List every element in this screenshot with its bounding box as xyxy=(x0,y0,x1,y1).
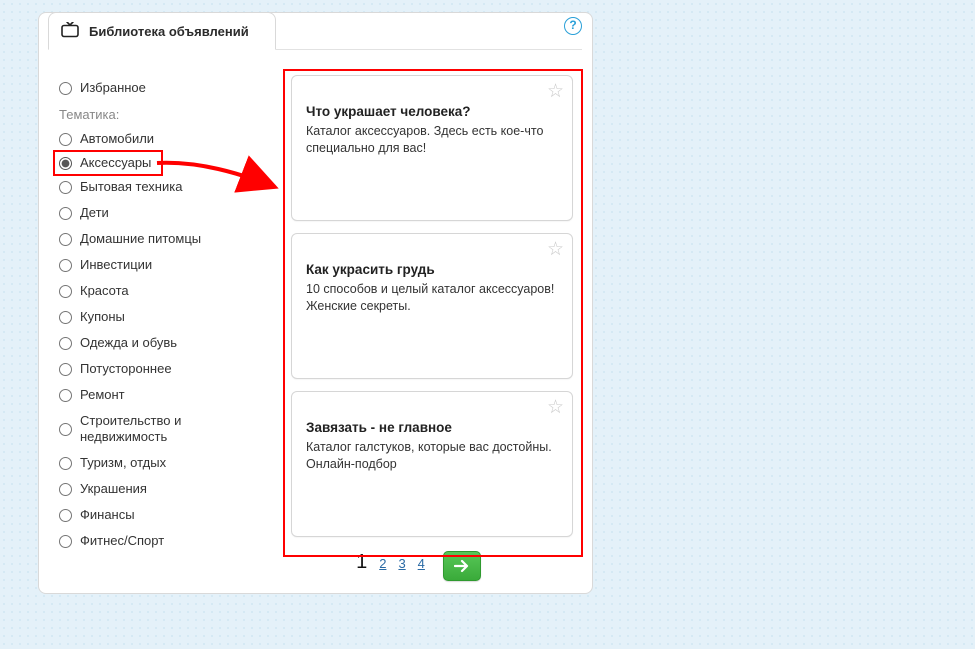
sidebar-item[interactable]: Одежда и обувь xyxy=(57,330,237,356)
star-icon[interactable]: ☆ xyxy=(547,398,564,417)
radio-category[interactable] xyxy=(59,207,72,220)
sidebar-item[interactable]: Фитнес/Спорт xyxy=(57,528,237,554)
radio-category[interactable] xyxy=(59,535,72,548)
sidebar-item[interactable]: Инвестиции xyxy=(57,252,237,278)
star-icon[interactable]: ☆ xyxy=(547,82,564,101)
radio-category[interactable] xyxy=(59,483,72,496)
sidebar-item-label: Потустороннее xyxy=(80,361,172,377)
page-link[interactable]: 2 xyxy=(379,556,386,571)
sidebar-item[interactable]: Красота xyxy=(57,278,237,304)
radio-category[interactable] xyxy=(59,133,72,146)
radio-category[interactable] xyxy=(59,423,72,436)
sidebar-item-label: Ремонт xyxy=(80,387,125,403)
radio-category[interactable] xyxy=(59,457,72,470)
sidebar-item[interactable]: Строительство и недвижимость xyxy=(57,408,237,450)
radio-category[interactable] xyxy=(59,285,72,298)
page-link[interactable]: 3 xyxy=(398,556,405,571)
sidebar-item[interactable]: Автомобили xyxy=(57,126,237,152)
radio-category[interactable] xyxy=(59,259,72,272)
ad-card-title: Что украшает человека? xyxy=(306,104,558,119)
sidebar-item-label: Купоны xyxy=(80,309,125,325)
radio-category[interactable] xyxy=(59,311,72,324)
ad-card[interactable]: ☆ Завязать - не главное Каталог галстуков,… xyxy=(291,391,573,537)
sidebar-item-label: Бытовая техника xyxy=(80,179,182,195)
sidebar-item-favorite[interactable]: Избранное xyxy=(57,75,237,101)
sidebar-item-label: Домашние питомцы xyxy=(80,231,201,247)
sidebar-item-label: Красота xyxy=(80,283,129,299)
ad-card[interactable]: ☆ Что украшает человека? Каталог аксессуар… xyxy=(291,75,573,221)
sidebar-item-label: Автомобили xyxy=(80,131,154,147)
radio-category[interactable] xyxy=(59,389,72,402)
ad-card-title: Как украсить грудь xyxy=(306,262,558,277)
sidebar-item-label: Дети xyxy=(80,205,109,221)
star-icon[interactable]: ☆ xyxy=(547,240,564,259)
tab-title: Библиотека объявлений xyxy=(89,24,249,39)
ad-library-panel: Библиотека объявлений ? Избранное Темати… xyxy=(38,12,593,594)
ad-card-desc: Каталог аксессуаров. Здесь есть кое-что … xyxy=(306,123,558,157)
sidebar-item-label: Строительство и недвижимость xyxy=(80,413,237,445)
radio-category[interactable] xyxy=(59,181,72,194)
tv-icon xyxy=(61,22,79,41)
radio-favorite[interactable] xyxy=(59,82,72,95)
sidebar-item-label: Инвестиции xyxy=(80,257,152,273)
sidebar-item[interactable]: Украшения xyxy=(57,476,237,502)
sidebar-item-label: Одежда и обувь xyxy=(80,335,177,351)
next-page-button[interactable] xyxy=(443,551,481,581)
ad-card[interactable]: ☆ Как украсить грудь 10 способов и целый к… xyxy=(291,233,573,379)
sidebar-item-label: Украшения xyxy=(80,481,147,497)
sidebar-item-label: Избранное xyxy=(80,80,146,96)
sidebar-item[interactable]: Аксессуары xyxy=(53,150,163,176)
sidebar-item[interactable]: Бытовая техника xyxy=(57,174,237,200)
category-sidebar: Избранное Тематика: Автомобили Аксессуары… xyxy=(49,75,237,581)
sidebar-item-label: Фитнес/Спорт xyxy=(80,533,164,549)
page-link: 1 xyxy=(356,551,367,574)
content-area: ☆ Что украшает человека? Каталог аксессуар… xyxy=(237,75,582,581)
sidebar-item-label: Финансы xyxy=(80,507,135,523)
tab-ad-library[interactable]: Библиотека объявлений xyxy=(48,12,276,50)
sidebar-item[interactable]: Ремонт xyxy=(57,382,237,408)
ad-card-title: Завязать - не главное xyxy=(306,420,558,435)
radio-category[interactable] xyxy=(59,337,72,350)
radio-category[interactable] xyxy=(59,157,72,170)
sidebar-item[interactable]: Потустороннее xyxy=(57,356,237,382)
radio-category[interactable] xyxy=(59,509,72,522)
panel-header: Библиотека объявлений ? xyxy=(49,13,582,53)
sidebar-item[interactable]: Финансы xyxy=(57,502,237,528)
radio-category[interactable] xyxy=(59,233,72,246)
ad-card-desc: Каталог галстуков, которые вас достойны.… xyxy=(306,439,558,473)
radio-category[interactable] xyxy=(59,363,72,376)
sidebar-item[interactable]: Туризм, отдых xyxy=(57,450,237,476)
sidebar-item[interactable]: Домашние питомцы xyxy=(57,226,237,252)
sidebar-item[interactable]: Купоны xyxy=(57,304,237,330)
ad-card-desc: 10 способов и целый каталог аксессуаров!… xyxy=(306,281,558,315)
help-icon[interactable]: ? xyxy=(564,17,582,35)
page-link[interactable]: 4 xyxy=(418,556,425,571)
sidebar-section-heading: Тематика: xyxy=(57,101,237,126)
sidebar-item-label: Туризм, отдых xyxy=(80,455,166,471)
sidebar-item-label: Аксессуары xyxy=(80,155,151,171)
sidebar-item[interactable]: Дети xyxy=(57,200,237,226)
pagination: 1234 xyxy=(261,551,582,581)
